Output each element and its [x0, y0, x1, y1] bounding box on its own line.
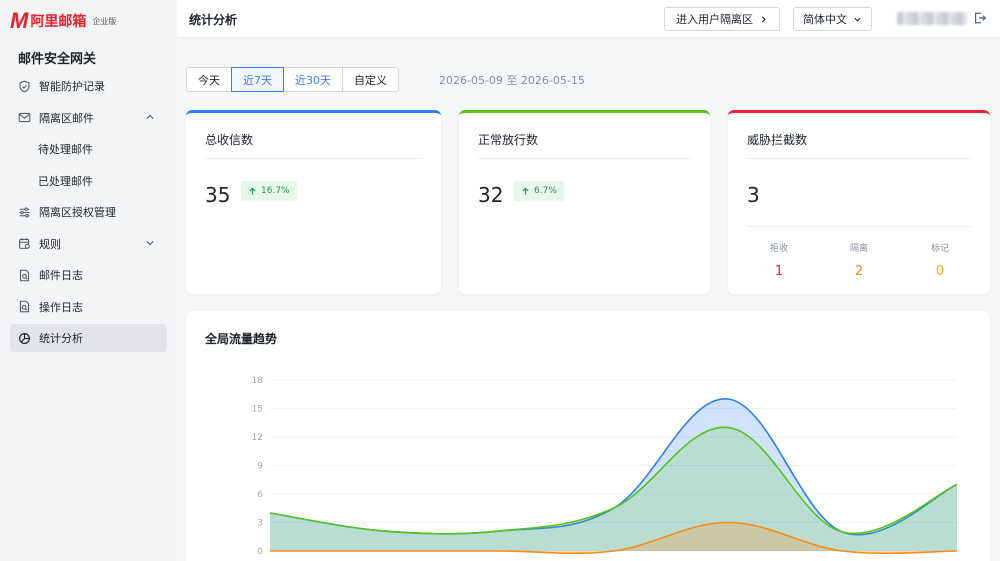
- sidebar-item-label: 已处理邮件: [38, 174, 93, 188]
- divider: [747, 158, 971, 159]
- sidebar-item-label: 邮件日志: [39, 269, 83, 282]
- y-tick-label: 0: [257, 547, 263, 557]
- card-value: 32: [478, 183, 504, 207]
- sidebar-item-label: 统计分析: [39, 332, 83, 345]
- sidebar-menu: 智能防护记录 隔离区邮件 待处理邮件 已处理邮件 隔离区授权管理 规则 邮件日志…: [10, 72, 167, 356]
- chevron-down-icon: [854, 17, 861, 22]
- sidebar-item-statistics[interactable]: 统计分析: [10, 324, 167, 352]
- sidebar-item-rules[interactable]: 规则: [10, 230, 167, 258]
- trend-badge: 16.7%: [241, 181, 297, 201]
- y-tick-label: 6: [257, 490, 263, 500]
- language-label: 简体中文: [803, 13, 847, 26]
- brand-logo[interactable]: M 阿里邮箱 企业版: [10, 8, 117, 33]
- sidebar: M 阿里邮箱 企业版 邮件安全网关 智能防护记录 隔离区邮件 待处理邮件 已处理…: [0, 0, 177, 561]
- sidebar-item-operation-log[interactable]: 操作日志: [10, 293, 167, 321]
- card-normal-passed: 正常放行数 32 6.7%: [459, 110, 710, 294]
- shield-icon: [17, 79, 31, 93]
- range-today[interactable]: 今天: [186, 67, 232, 92]
- sidebar-item-pending-mail[interactable]: 待处理邮件: [10, 135, 167, 163]
- y-tick-label: 15: [252, 405, 263, 415]
- enter-quarantine-label: 进入用户隔离区: [676, 13, 753, 26]
- divider: [478, 158, 691, 159]
- stat-label: 标记: [930, 244, 949, 254]
- mail-icon: [17, 111, 31, 125]
- enter-quarantine-button[interactable]: 进入用户隔离区: [664, 7, 780, 31]
- sidebar-item-label: 待处理邮件: [38, 143, 93, 156]
- brand-name: 阿里邮箱: [30, 14, 87, 30]
- top-header: 统计分析 进入用户隔离区 简体中文: [177, 0, 1000, 38]
- stat-value: 2: [854, 264, 864, 279]
- card-threats-blocked: 威胁拦截数 3 拒收 1 隔离 2 标记 0: [728, 110, 990, 294]
- sidebar-title: 邮件安全网关: [18, 52, 97, 67]
- y-tick-label: 18: [252, 376, 264, 386]
- user-account-blurred[interactable]: [897, 12, 967, 25]
- main-content: 今天 近7天 近30天 自定义 2026-05-09 至 2026-05-15 …: [177, 38, 1000, 561]
- language-select[interactable]: 简体中文: [793, 7, 872, 31]
- series-normal-area: [270, 427, 957, 551]
- sidebar-item-mail-log[interactable]: 邮件日志: [10, 261, 167, 289]
- sliders-icon: [17, 205, 31, 219]
- log-icon: [17, 268, 31, 282]
- sidebar-item-quarantine-auth[interactable]: 隔离区授权管理: [10, 198, 167, 226]
- date-range-tabs: 今天 近7天 近30天 自定义: [186, 67, 399, 92]
- sidebar-item-protection-log[interactable]: 智能防护记录: [10, 72, 167, 100]
- brand-edition: 企业版: [92, 16, 117, 26]
- stat-value: 0: [935, 264, 945, 279]
- sidebar-item-label: 智能防护记录: [39, 80, 105, 93]
- traffic-trend-card: 全局流量趋势 0 3 6 9 12 15 18: [186, 311, 990, 561]
- arrow-up-icon: [522, 187, 529, 195]
- sidebar-item-quarantine[interactable]: 隔离区邮件: [10, 104, 167, 132]
- rules-icon: [17, 237, 31, 251]
- range-custom[interactable]: 自定义: [342, 67, 399, 92]
- y-tick-label: 12: [252, 433, 263, 443]
- card-title: 总收信数: [205, 133, 254, 147]
- stat-label: 隔离: [849, 244, 868, 254]
- card-title: 威胁拦截数: [747, 133, 808, 147]
- threat-rejected: 拒收 1: [749, 241, 809, 279]
- threat-marked: 标记 0: [910, 241, 970, 279]
- trend-badge: 6.7%: [514, 181, 564, 201]
- chevron-right-icon: [761, 15, 766, 23]
- stat-label: 拒收: [769, 244, 788, 254]
- logo-mark-icon: M: [10, 8, 28, 33]
- date-range-text: 2026-05-09 至 2026-05-15: [439, 74, 585, 87]
- chevron-down-icon[interactable]: [145, 238, 155, 248]
- sidebar-item-label: 操作日志: [39, 300, 83, 314]
- y-tick-label: 3: [257, 519, 263, 529]
- divider: [205, 158, 422, 159]
- divider: [747, 226, 971, 227]
- trend-value: 16.7%: [261, 186, 290, 196]
- threat-quarantined: 隔离 2: [829, 241, 889, 279]
- sidebar-item-processed-mail[interactable]: 已处理邮件: [10, 167, 167, 195]
- logout-icon[interactable]: [973, 11, 987, 25]
- card-value: 3: [747, 183, 760, 207]
- card-total-received: 总收信数 35 16.7%: [186, 110, 441, 294]
- oplog-icon: [17, 300, 31, 314]
- sidebar-item-label: 隔离区授权管理: [39, 206, 116, 219]
- traffic-trend-chart: 0 3 6 9 12 15 18: [252, 376, 958, 557]
- sidebar-item-label: 规则: [39, 237, 61, 251]
- trend-value: 6.7%: [534, 186, 557, 196]
- range-30-days[interactable]: 近30天: [283, 67, 343, 92]
- page-title: 统计分析: [189, 13, 238, 27]
- card-title: 正常放行数: [478, 133, 539, 147]
- chevron-up-icon[interactable]: [145, 112, 155, 122]
- sidebar-item-label: 隔离区邮件: [39, 111, 94, 125]
- range-7-days[interactable]: 近7天: [231, 67, 284, 92]
- pie-icon: [17, 331, 31, 345]
- card-value: 35: [205, 183, 231, 207]
- y-tick-label: 9: [257, 462, 263, 472]
- stat-value: 1: [774, 264, 784, 279]
- arrow-up-icon: [249, 187, 256, 195]
